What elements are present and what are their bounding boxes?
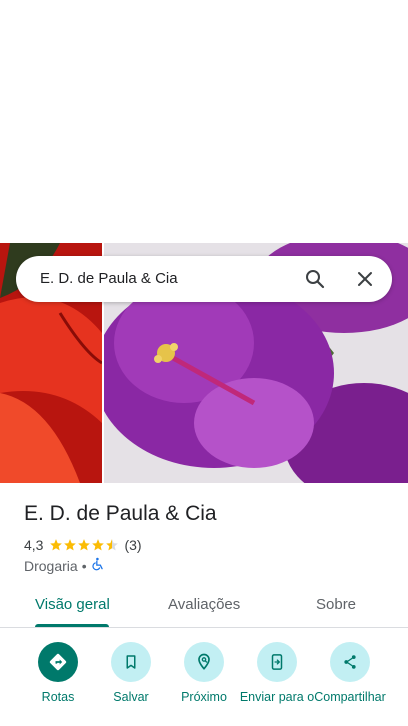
separator-dot: • [81, 557, 87, 574]
rating-value: 4,3 [24, 537, 44, 553]
star-icon [50, 539, 63, 551]
search-input[interactable]: E. D. de Paula & Cia [40, 270, 178, 287]
place-page: E. D. de Paula & Cia E. D. de Paula & Ci… [0, 0, 408, 726]
nearby-icon[interactable] [184, 642, 224, 682]
close-icon[interactable] [353, 267, 377, 291]
send-to-phone-button[interactable]: Enviar para o [238, 642, 316, 705]
share-button[interactable]: Compartilhar [311, 642, 389, 705]
directions-button[interactable]: Rotas [19, 642, 97, 705]
nearby-label: Próximo [181, 690, 227, 704]
send-to-phone-label: Enviar para o [239, 690, 315, 704]
star-icon [78, 539, 91, 551]
search-icon[interactable] [303, 267, 327, 291]
bookmark-icon[interactable] [111, 642, 151, 682]
save-label: Salvar [113, 690, 149, 704]
search-bar[interactable]: E. D. de Paula & Cia [16, 256, 392, 302]
nearby-button[interactable]: Próximo [165, 642, 243, 705]
share-label: Compartilhar [314, 690, 386, 704]
tab-overview[interactable]: Visão geral [35, 596, 110, 613]
send-to-phone-icon[interactable] [257, 642, 297, 682]
reviews-count[interactable]: (3) [124, 537, 141, 553]
star-icon [92, 539, 105, 551]
rating-stars [49, 538, 119, 552]
tab-active-indicator [35, 624, 109, 627]
tab-about[interactable]: Sobre [316, 596, 356, 613]
place-title: E. D. de Paula & Cia [24, 502, 217, 525]
star-icon [64, 539, 77, 551]
star-half-icon [106, 539, 119, 551]
wheelchair-icon [91, 557, 105, 574]
place-category: Drogaria [24, 557, 78, 574]
rating-row[interactable]: 4,3 (3) [24, 537, 142, 553]
category-row: Drogaria • [24, 557, 105, 574]
directions-icon[interactable] [38, 642, 78, 682]
save-button[interactable]: Salvar [92, 642, 170, 705]
share-icon[interactable] [330, 642, 370, 682]
directions-label: Rotas [41, 690, 75, 704]
place-tabs: Visão geral Avaliações Sobre [0, 588, 408, 628]
tab-reviews[interactable]: Avaliações [168, 596, 240, 613]
